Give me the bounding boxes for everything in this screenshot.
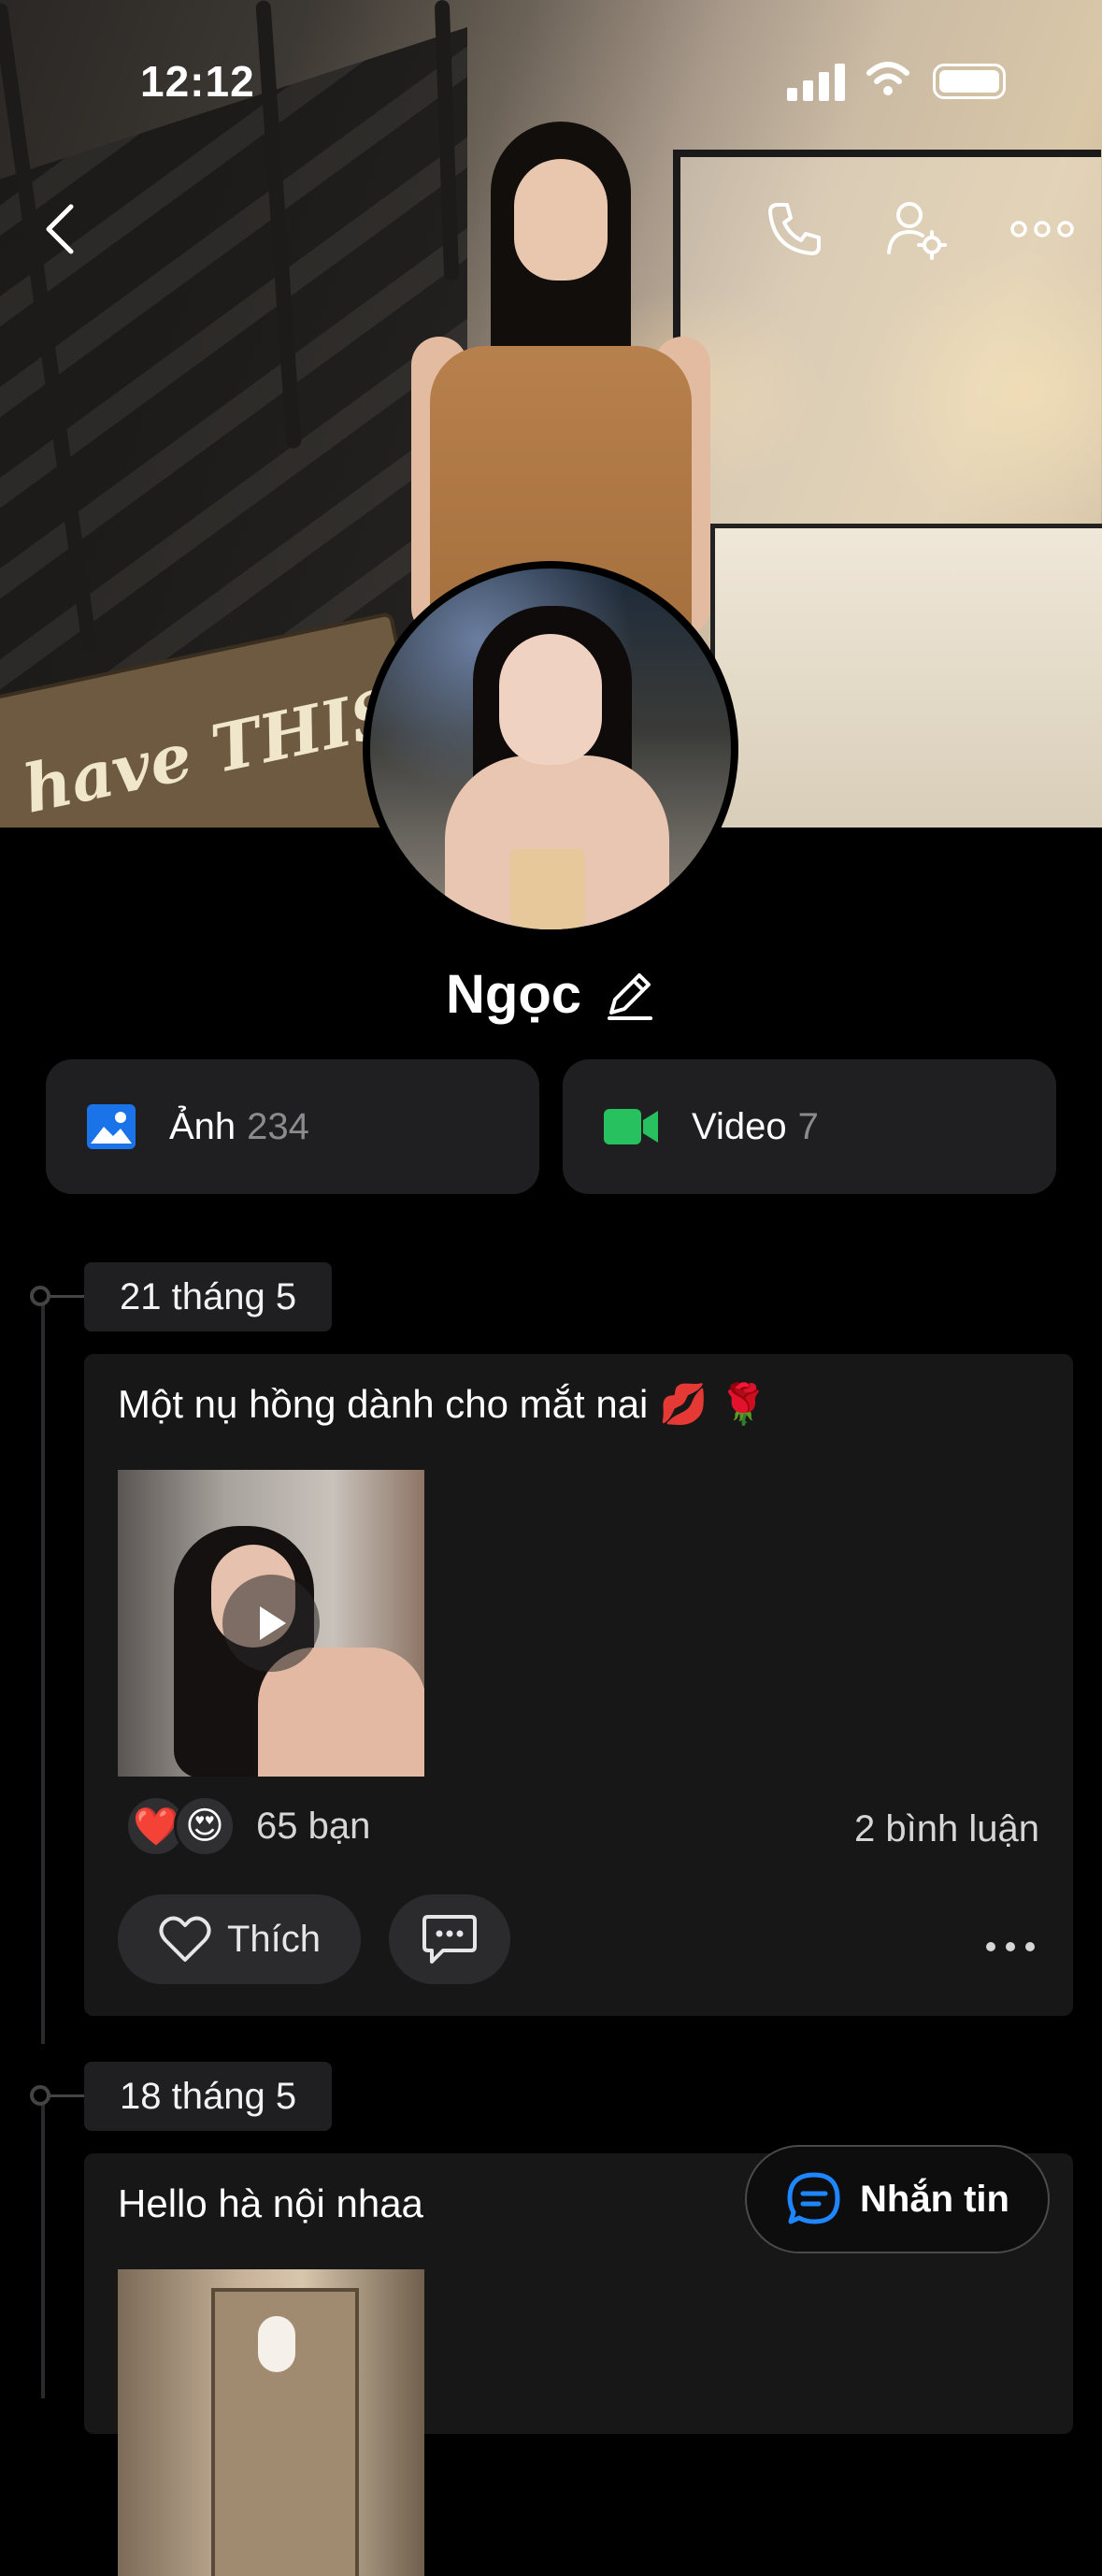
phone-icon bbox=[768, 203, 821, 255]
post-more-button[interactable] bbox=[985, 1920, 1036, 1962]
heart-outline-icon bbox=[159, 1916, 211, 1962]
profile-avatar[interactable] bbox=[363, 561, 738, 937]
timeline-line bbox=[41, 1296, 45, 2044]
post-text: Một nụ hồng dành cho mắt nai 💋 🌹 bbox=[118, 1382, 768, 1426]
call-button[interactable] bbox=[757, 192, 832, 266]
battery-icon bbox=[933, 64, 1006, 99]
image-icon bbox=[87, 1104, 136, 1149]
more-options-button[interactable] bbox=[1005, 201, 1080, 257]
comment-bubble-icon bbox=[422, 1915, 477, 1964]
timeline-line bbox=[41, 2099, 45, 2398]
like-label: Thích bbox=[226, 1918, 322, 1960]
profile-name: Ngọc bbox=[446, 964, 581, 1025]
photos-button[interactable]: Ảnh 234 bbox=[46, 1059, 539, 1194]
photos-label: Ảnh bbox=[169, 1105, 236, 1147]
post-date: 18 tháng 5 bbox=[84, 2062, 333, 2131]
videos-button[interactable]: Video 7 bbox=[563, 1059, 1056, 1194]
post-card[interactable]: Một nụ hồng dành cho mắt nai 💋 🌹 ❤️ 😍 65… bbox=[84, 1354, 1073, 2016]
cover-desk bbox=[710, 524, 1102, 827]
post-video-thumbnail[interactable] bbox=[118, 1470, 424, 1777]
back-button[interactable] bbox=[32, 196, 88, 262]
avatar-image bbox=[370, 568, 731, 929]
videos-count: 7 bbox=[797, 1105, 819, 1147]
cellular-signal-icon bbox=[787, 64, 845, 101]
play-icon[interactable] bbox=[222, 1575, 320, 1672]
heart-eyes-reaction-icon: 😍 bbox=[174, 1795, 236, 1857]
profile-settings-button[interactable] bbox=[879, 192, 953, 266]
wifi-icon bbox=[866, 62, 909, 95]
comment-button[interactable] bbox=[389, 1894, 510, 1984]
timeline-connector bbox=[50, 1295, 84, 1298]
post-text: Hello hà nội nhaa bbox=[118, 2181, 423, 2225]
photos-count: 234 bbox=[247, 1105, 309, 1147]
chevron-left-icon bbox=[46, 204, 74, 254]
timeline-dot bbox=[30, 1286, 50, 1306]
user-settings-icon bbox=[887, 202, 947, 260]
chat-bubble-icon bbox=[787, 2172, 840, 2224]
post-date: 21 tháng 5 bbox=[84, 1262, 333, 1331]
timeline-connector bbox=[50, 2094, 84, 2097]
message-button[interactable]: Nhắn tin bbox=[745, 2145, 1050, 2253]
reaction-count: 65 bạn bbox=[256, 1805, 371, 1847]
status-time: 12:12 bbox=[140, 57, 255, 106]
profile-name-row: Ngọc bbox=[0, 963, 1102, 1026]
more-horizontal-icon bbox=[986, 1942, 1035, 1951]
comment-count[interactable]: 2 bình luận bbox=[854, 1808, 1039, 1850]
edit-pencil-icon[interactable] bbox=[602, 968, 656, 1022]
videos-label: Video bbox=[692, 1105, 787, 1147]
video-camera-icon bbox=[604, 1109, 658, 1144]
timeline-dot bbox=[30, 2085, 50, 2106]
message-button-label: Nhắn tin bbox=[860, 2178, 1009, 2220]
reactions-summary[interactable]: ❤️ 😍 65 bạn bbox=[125, 1795, 370, 1857]
more-horizontal-icon bbox=[1010, 221, 1074, 237]
status-bar: 12:12 bbox=[0, 49, 1102, 114]
like-button[interactable]: Thích bbox=[118, 1894, 361, 1984]
post-photo-thumbnail[interactable] bbox=[118, 2269, 424, 2576]
